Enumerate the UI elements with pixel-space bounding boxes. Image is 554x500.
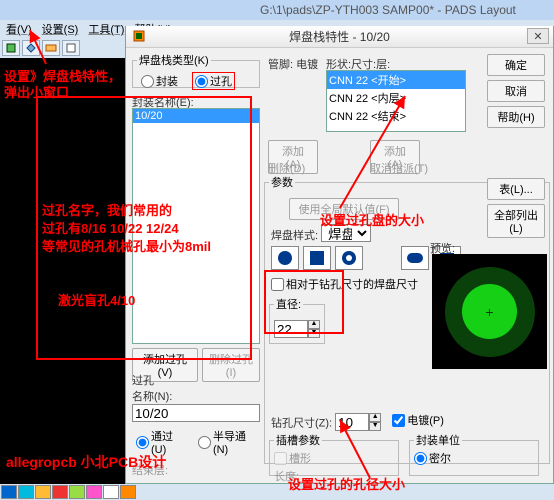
params-legend: 参数 bbox=[269, 174, 295, 190]
toolbar-btn-3[interactable] bbox=[42, 40, 60, 56]
bottom-toolbar bbox=[0, 484, 554, 500]
workspace-black bbox=[0, 58, 125, 480]
toolbar-btn-1[interactable] bbox=[2, 40, 20, 56]
cap-layer-label: 结束层: bbox=[132, 462, 260, 478]
table-button[interactable]: 表(L)... bbox=[487, 178, 545, 200]
list-item[interactable]: CNN 22 <内层> bbox=[327, 89, 465, 107]
spin-up-icon[interactable]: ▲ bbox=[369, 413, 381, 422]
via-name-label: 过孔名称(N): bbox=[132, 372, 260, 404]
all-out-button[interactable]: 全部列出(L) bbox=[487, 204, 545, 238]
toolbar-btn-4[interactable] bbox=[62, 40, 80, 56]
dialog-icon bbox=[132, 29, 146, 46]
radio-half-through[interactable]: 半导通(N) bbox=[198, 428, 256, 456]
color-swatch-2[interactable] bbox=[18, 485, 34, 499]
relative-checkbox[interactable]: 相对于钻孔尺寸的焊盘尺寸 bbox=[271, 276, 418, 292]
app-title: G:\1\pads\ZP-YTH003 SAMP00* - PADS Layou… bbox=[260, 3, 516, 17]
shape-layer-listbox[interactable]: CNN 22 <开始> CNN 22 <内层> CNN 22 <结束> bbox=[326, 70, 466, 132]
via-name-input[interactable] bbox=[132, 404, 260, 422]
slot-params-group: 插槽参数 槽形 长度: bbox=[269, 432, 399, 476]
menu-view[interactable]: 看(V) bbox=[2, 21, 36, 37]
shape-annular[interactable] bbox=[335, 246, 363, 270]
shape-style-select[interactable]: 焊盘 bbox=[321, 224, 371, 242]
ok-button[interactable]: 确定 bbox=[487, 54, 545, 76]
dialog-title: 焊盘栈特性 - 10/20 bbox=[289, 28, 390, 45]
radio-through[interactable]: 通过(U) bbox=[136, 428, 184, 456]
diameter-input[interactable] bbox=[274, 320, 308, 338]
help-button[interactable]: 帮助(H) bbox=[487, 106, 545, 128]
padstack-type-group: 焊盘栈类型(K) 封装 过孔 bbox=[132, 52, 260, 88]
list-item[interactable]: CNN 22 <开始> bbox=[327, 71, 465, 89]
list-item[interactable]: CNN 22 <结束> bbox=[327, 107, 465, 125]
spin-down-icon[interactable]: ▼ bbox=[308, 329, 320, 338]
radio-via[interactable]: 过孔 bbox=[192, 72, 235, 90]
pin-plated-label: 管脚: 电镀 bbox=[268, 56, 318, 72]
diameter-spin[interactable]: ▲▼ bbox=[274, 320, 320, 338]
cancel-button[interactable]: 取消 bbox=[487, 80, 545, 102]
color-swatch-5[interactable] bbox=[69, 485, 85, 499]
diameter-group: 直径: ▲▼ bbox=[269, 296, 325, 344]
slot-checkbox: 槽形 bbox=[274, 450, 311, 466]
drill-size-label: 钻孔尺寸(Z): bbox=[271, 418, 332, 430]
list-item[interactable]: 10/20 bbox=[133, 109, 259, 123]
preview-box: + bbox=[432, 254, 547, 369]
spin-down-icon[interactable]: ▼ bbox=[369, 422, 381, 431]
color-swatch-6[interactable] bbox=[86, 485, 102, 499]
color-swatch-3[interactable] bbox=[35, 485, 51, 499]
crosshair-icon: + bbox=[485, 304, 493, 320]
pkg-unit-group: 封装单位 密尔 bbox=[409, 432, 539, 476]
pkg-unit-legend: 封装单位 bbox=[414, 432, 462, 448]
color-swatch-7[interactable] bbox=[103, 485, 119, 499]
close-icon: ✕ bbox=[533, 30, 542, 43]
package-listbox[interactable]: 10/20 bbox=[132, 108, 260, 344]
pkg-unit-radio[interactable]: 密尔 bbox=[414, 450, 451, 466]
menu-settings[interactable]: 设置(S) bbox=[38, 21, 83, 37]
shape-style-row: 焊盘样式: 焊盘 bbox=[271, 224, 371, 243]
shape-style-label: 焊盘样式: bbox=[271, 230, 318, 242]
padstack-type-legend: 焊盘栈类型(K) bbox=[137, 52, 211, 68]
plated-checkbox[interactable]: 电镀(P) bbox=[392, 412, 444, 428]
length-label: 长度: bbox=[274, 468, 394, 484]
color-swatch-1[interactable] bbox=[1, 485, 17, 499]
spin-up-icon[interactable]: ▲ bbox=[308, 320, 320, 329]
drill-size-spin[interactable]: ▲▼ bbox=[335, 413, 381, 431]
use-global-button: 使用全局默认值(F) bbox=[289, 198, 399, 220]
dialog-close-button[interactable]: ✕ bbox=[527, 28, 549, 44]
padstack-dialog: 焊盘栈特性 - 10/20 ✕ 焊盘栈类型(K) 封装 过孔 封装名称(E): … bbox=[125, 26, 554, 484]
radio-package[interactable]: 封装 bbox=[141, 73, 178, 89]
dialog-titlebar: 焊盘栈特性 - 10/20 ✕ bbox=[126, 26, 553, 48]
slot-params-legend: 插槽参数 bbox=[274, 432, 322, 448]
drill-size-input[interactable] bbox=[335, 413, 369, 431]
app-titlebar: G:\1\pads\ZP-YTH003 SAMP00* - PADS Layou… bbox=[0, 0, 554, 20]
shape-square[interactable] bbox=[303, 246, 331, 270]
shape-oval[interactable] bbox=[401, 246, 429, 270]
toolbar-btn-2[interactable] bbox=[22, 40, 40, 56]
diameter-label: 直径: bbox=[274, 296, 303, 312]
color-swatch-4[interactable] bbox=[52, 485, 68, 499]
color-swatch-8[interactable] bbox=[120, 485, 136, 499]
shape-circle[interactable] bbox=[271, 246, 299, 270]
menu-tools[interactable]: 工具(T) bbox=[84, 21, 128, 37]
